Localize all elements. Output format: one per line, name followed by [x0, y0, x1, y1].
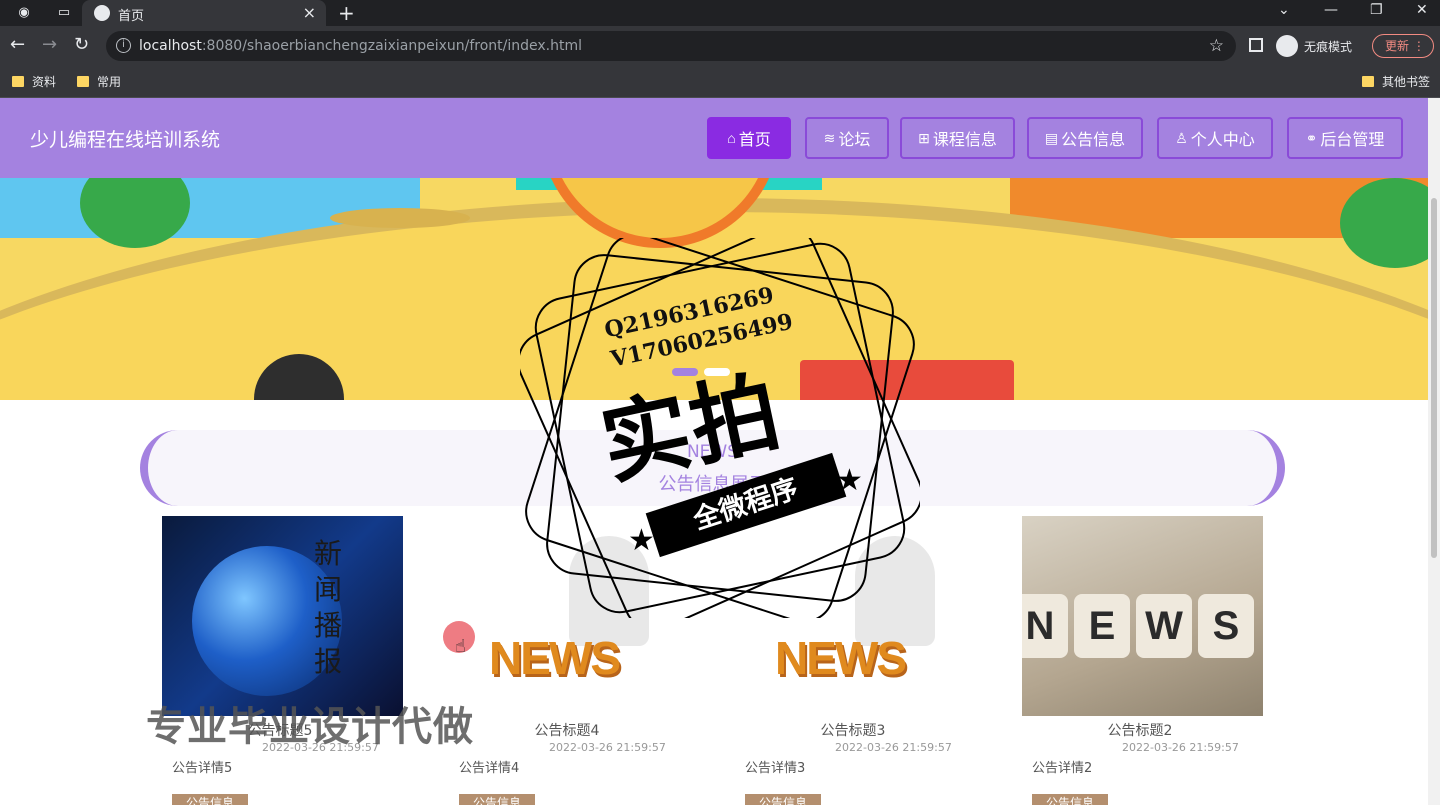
image-caption: NEWS: [489, 632, 621, 684]
bookmarks-bar: 资料 常用 其他书签: [0, 66, 1440, 98]
news-image[interactable]: 新闻播报: [162, 516, 403, 716]
news-detail: 公告详情5: [172, 761, 233, 776]
incognito-icon: [1276, 35, 1298, 57]
globe-icon[interactable]: ◉: [16, 5, 32, 21]
bookmark-folder-changyong[interactable]: 常用: [77, 73, 121, 90]
bookmark-star-icon[interactable]: ☆: [1209, 36, 1224, 56]
tab-title: 首页: [118, 9, 145, 24]
image-caption: NEWS: [775, 632, 907, 684]
minimize-button[interactable]: —: [1324, 2, 1338, 18]
info-icon[interactable]: i: [116, 38, 131, 53]
folder-icon: [12, 76, 24, 87]
image-caption: 新闻播报: [314, 537, 343, 678]
news-detail: 公告详情4: [459, 761, 520, 776]
nav-home[interactable]: ⌂ 首页: [707, 117, 791, 159]
nav-announcements[interactable]: ▤ 公告信息: [1027, 117, 1143, 159]
news-tag: 公告信息: [172, 794, 248, 805]
update-button[interactable]: 更新 ⋮: [1372, 34, 1434, 58]
news-image[interactable]: NEWS: [449, 516, 690, 716]
carousel-dot[interactable]: [672, 368, 698, 376]
document-icon: ▤: [1044, 129, 1059, 146]
news-tag: 公告信息: [459, 794, 535, 805]
bookmark-folder-ziliao[interactable]: 资料: [12, 73, 56, 90]
incognito-indicator[interactable]: 无痕模式: [1276, 34, 1352, 58]
news-card[interactable]: NEWS 公告标题2 2022-03-26 21:59:57 公告详情2 公告信…: [1000, 516, 1263, 805]
news-tag: 公告信息: [1032, 794, 1108, 805]
news-image[interactable]: NEWS: [1022, 516, 1263, 716]
scrollbar-thumb[interactable]: [1431, 198, 1437, 558]
news-date: 2022-03-26 21:59:57: [1122, 741, 1239, 754]
news-title-en: NEWS: [686, 442, 739, 462]
news-card[interactable]: NEWS 公告标题4 2022-03-26 21:59:57 公告详情4 公告信…: [427, 516, 690, 805]
side-panel-icon[interactable]: [1249, 38, 1263, 52]
other-bookmarks[interactable]: 其他书签: [1362, 73, 1430, 90]
browser-tab-strip: ◉ ▭ 首页 × + ⌄ — ❐ ✕: [0, 0, 1440, 26]
page-viewport: 少儿编程在线培训系统 ⌂ 首页 ≋ 论坛 ⊞ 课程信息 ▤ 公告信息 ♙ 个人中心 ⚭ 后台…: [0, 98, 1428, 805]
news-card[interactable]: NEWS 公告标题3 2022-03-26 21:59:57 公告详情3 公告信…: [713, 516, 976, 805]
nav-personal-center[interactable]: ♙ 个人中心: [1157, 117, 1273, 159]
close-tab-icon[interactable]: ×: [303, 3, 316, 22]
hand-cursor-icon: ☝: [455, 636, 466, 657]
browser-toolbar: ← → ↻ i localhost:8080/shaoerbianchengza…: [0, 26, 1440, 66]
tab-home[interactable]: 首页 ×: [82, 0, 326, 26]
reload-button[interactable]: ↻: [74, 34, 89, 55]
tab-globe-icon: [94, 5, 110, 21]
new-tab-button[interactable]: +: [338, 1, 355, 25]
news-title-cn: 公告信息展示: [658, 474, 767, 495]
news-detail: 公告详情2: [1032, 761, 1093, 776]
carousel-indicators: [672, 368, 730, 376]
url-text[interactable]: localhost:8080/shaoerbianchengzaixianpei…: [139, 38, 582, 54]
nav-courses[interactable]: ⊞ 课程信息: [900, 117, 1015, 159]
site-title: 少儿编程在线培训系统: [30, 129, 221, 151]
carousel-dot[interactable]: [704, 368, 730, 376]
news-card[interactable]: 新闻播报 公告标题5 2022-03-26 21:59:57 公告详情5 公告信…: [140, 516, 403, 805]
nav-forum[interactable]: ≋ 论坛: [805, 117, 889, 159]
news-image[interactable]: NEWS: [735, 516, 976, 716]
restore-button[interactable]: ❐: [1370, 2, 1383, 18]
back-button[interactable]: ←: [10, 34, 25, 55]
link-icon: ⚭: [1305, 129, 1318, 146]
news-title[interactable]: 公告标题2: [1040, 720, 1240, 740]
watermark-bottom-text: 专业毕业设计代做: [146, 704, 474, 750]
news-dice: NEWS: [1022, 594, 1254, 658]
news-date: 2022-03-26 21:59:57: [549, 741, 666, 754]
site-header: 少儿编程在线培训系统 ⌂ 首页 ≋ 论坛 ⊞ 课程信息 ▤ 公告信息 ♙ 个人中心 ⚭ 后台…: [0, 98, 1428, 178]
news-section-header: NEWS 公告信息展示: [140, 430, 1285, 506]
news-title[interactable]: 公告标题4: [467, 720, 667, 740]
home-icon: ⌂: [727, 130, 736, 146]
forward-button[interactable]: →: [42, 34, 57, 55]
tab-search-icon[interactable]: ⌄: [1278, 2, 1290, 18]
window-icon[interactable]: ▭: [56, 5, 72, 21]
carousel-banner[interactable]: [0, 178, 1428, 400]
news-detail: 公告详情3: [745, 761, 806, 776]
page-scrollbar[interactable]: [1428, 98, 1440, 805]
grid-icon: ⊞: [918, 129, 930, 146]
news-title[interactable]: 公告标题3: [753, 720, 953, 740]
user-icon: ♙: [1175, 129, 1188, 146]
folder-icon: [1362, 76, 1374, 87]
nav-admin[interactable]: ⚭ 后台管理: [1287, 117, 1403, 159]
incognito-label: 无痕模式: [1304, 39, 1353, 54]
news-tag: 公告信息: [745, 794, 821, 805]
folder-icon: [77, 76, 89, 87]
close-window-button[interactable]: ✕: [1416, 2, 1428, 18]
layers-icon: ≋: [823, 129, 836, 146]
news-date: 2022-03-26 21:59:57: [835, 741, 952, 754]
address-bar[interactable]: i localhost:8080/shaoerbianchengzaixianp…: [106, 31, 1236, 61]
